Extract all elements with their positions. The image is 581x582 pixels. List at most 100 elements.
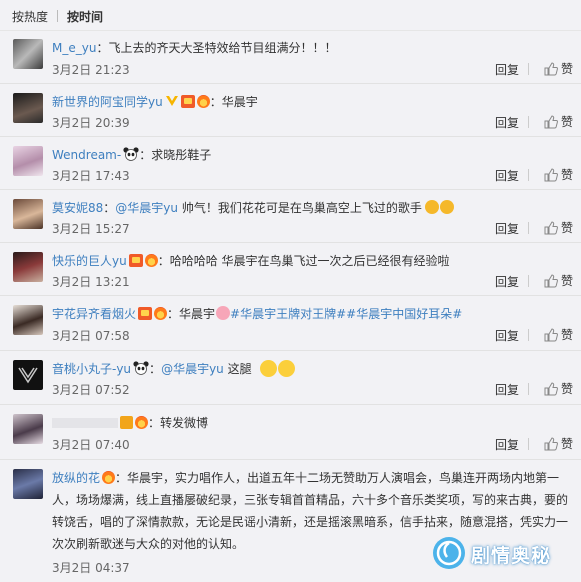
username-link[interactable]: 音桃小丸子-yu xyxy=(52,362,131,376)
avatar[interactable] xyxy=(13,199,43,229)
comment-time: 3月2日 07:52 xyxy=(52,383,130,397)
sort-tabs: 按热度 按时间 xyxy=(0,0,581,31)
avatar[interactable] xyxy=(13,146,43,176)
drool-emoji-icon xyxy=(277,360,295,377)
username-link[interactable]: 放纵的花 xyxy=(52,471,100,485)
reply-button[interactable]: 回复 xyxy=(495,273,519,290)
action-divider xyxy=(528,222,529,234)
avatar[interactable] xyxy=(13,469,43,499)
verified-v-icon xyxy=(165,96,178,106)
action-divider xyxy=(528,438,529,450)
like-button[interactable]: 赞 xyxy=(544,326,573,343)
thumbs-up-icon xyxy=(544,115,558,129)
thumbs-up-icon xyxy=(544,382,558,396)
avatar[interactable] xyxy=(13,360,43,390)
avatar[interactable] xyxy=(13,252,43,282)
comment-text-line: 音桃小丸子-yu ：@华晨宇yu 这腿 xyxy=(52,358,571,380)
tab-by-time[interactable]: 按时间 xyxy=(67,8,103,25)
username-link-redacted[interactable] xyxy=(52,418,118,428)
separator: ： xyxy=(167,307,180,321)
comment-time: 3月2日 20:39 xyxy=(52,116,130,130)
mention-link[interactable]: @华晨宇yu xyxy=(161,362,224,376)
like-button[interactable]: 赞 xyxy=(544,435,573,452)
thumbs-up-icon xyxy=(544,62,558,76)
comment-text-line: Wendream- ：求晓彤鞋子 xyxy=(52,144,571,166)
watermark-badge-icon xyxy=(433,537,465,569)
username-link[interactable]: 新世界的阿宝同学yu xyxy=(52,95,163,109)
comment-item: 新世界的阿宝同学yu ：华晨宇 3月2日 20:39 回复 赞 xyxy=(0,84,581,137)
comment-item: ：转发微博 3月2日 07:40 回复 赞 xyxy=(0,405,581,460)
comment-item: Wendream- ：求晓彤鞋子 3月2日 17:43 回复 赞 xyxy=(0,137,581,190)
drool-emoji-icon xyxy=(259,360,277,377)
like-button[interactable]: 赞 xyxy=(544,272,573,289)
fan-level-icon xyxy=(144,254,158,267)
comment-text: 华晨宇 xyxy=(221,95,258,109)
username-link[interactable]: 宇花异齐看烟火 xyxy=(52,307,136,321)
avatar[interactable] xyxy=(13,305,43,335)
vip-badge-icon xyxy=(128,254,143,267)
watermark-logo: 剧情奥秘 xyxy=(431,535,575,571)
panda-emoji-icon xyxy=(123,147,139,161)
comment-time: 3月2日 07:58 xyxy=(52,329,130,343)
reply-button[interactable]: 回复 xyxy=(495,167,519,184)
avatar[interactable] xyxy=(13,39,43,69)
comment-text: 求晓彤鞋子 xyxy=(151,148,212,162)
thumbs-up-icon xyxy=(544,437,558,451)
comment-item: 音桃小丸子-yu ：@华晨宇yu 这腿 3月2日 07:52 回复 赞 xyxy=(0,351,581,405)
reply-button[interactable]: 回复 xyxy=(495,327,519,344)
reply-button[interactable]: 回复 xyxy=(495,220,519,237)
watermark-text: 剧情奥秘 xyxy=(471,545,552,567)
username-link[interactable]: 快乐的巨人yu xyxy=(52,254,127,268)
reply-button[interactable]: 回复 xyxy=(495,381,519,398)
separator: ： xyxy=(139,148,152,162)
comment-text: 帅气！我们花花可是在鸟巢高空上飞过的歌手 xyxy=(178,201,422,215)
separator: ： xyxy=(115,471,128,485)
fan-level-icon xyxy=(102,471,116,484)
like-button[interactable]: 赞 xyxy=(544,380,573,397)
reply-button[interactable]: 回复 xyxy=(495,61,519,78)
topic-link[interactable]: #华晨宇王牌对王牌##华晨宇中国好耳朵# xyxy=(230,307,462,321)
comment-text-line: ：转发微博 xyxy=(52,412,571,434)
tab-by-hot[interactable]: 按热度 xyxy=(12,8,48,25)
avatar[interactable] xyxy=(13,93,43,123)
username-link[interactable]: Wendream- xyxy=(52,148,121,162)
like-button[interactable]: 赞 xyxy=(544,60,573,77)
username-link[interactable]: M_e_yu xyxy=(52,41,96,55)
separator: ： xyxy=(148,416,161,430)
comment-text: 这腿 xyxy=(223,362,252,376)
comment-time: 3月2日 04:37 xyxy=(52,561,130,575)
mention-link[interactable]: @华晨宇yu xyxy=(115,201,178,215)
action-divider xyxy=(528,329,529,341)
separator: ： xyxy=(103,201,116,215)
action-divider xyxy=(528,169,529,181)
separator: ： xyxy=(149,362,162,376)
member-badge-icon xyxy=(120,416,133,429)
like-button[interactable]: 赞 xyxy=(544,166,573,183)
comment-item: 宇花异齐看烟火 ：华晨宇 #华晨宇王牌对王牌##华晨宇中国好耳朵# 3月2日 07:… xyxy=(0,296,581,351)
reply-button[interactable]: 回复 xyxy=(495,436,519,453)
comment-text: 哈哈哈哈 华晨宇在鸟巢飞过一次之后已经很有经验啦 xyxy=(169,254,450,268)
clap-emoji-icon xyxy=(439,200,454,214)
thumbs-up-icon xyxy=(544,274,558,288)
thumbs-up-icon xyxy=(544,168,558,182)
reply-button[interactable]: 回复 xyxy=(495,114,519,131)
comment-list: M_e_yu：飞上去的齐天大圣特效给节目组满分！！！ 3月2日 21:23 回复… xyxy=(0,30,581,582)
action-divider xyxy=(528,63,529,75)
comment-text-line: 莫安妮88：@华晨宇yu 帅气！我们花花可是在鸟巢高空上飞过的歌手 xyxy=(52,197,571,219)
action-divider xyxy=(528,383,529,395)
like-label: 赞 xyxy=(560,62,573,76)
like-label: 赞 xyxy=(560,437,573,451)
panda-emoji-icon xyxy=(133,361,149,375)
vip-badge-icon xyxy=(180,95,195,108)
like-button[interactable]: 赞 xyxy=(544,113,573,130)
like-label: 赞 xyxy=(560,274,573,288)
thumbs-up-icon xyxy=(544,221,558,235)
like-button[interactable]: 赞 xyxy=(544,219,573,236)
avatar[interactable] xyxy=(13,414,43,444)
like-label: 赞 xyxy=(560,328,573,342)
comment-item: 快乐的巨人yu ：哈哈哈哈 华晨宇在鸟巢飞过一次之后已经很有经验啦 3月2日 13… xyxy=(0,243,581,296)
clap-emoji-icon xyxy=(424,200,439,214)
username-link[interactable]: 莫安妮88 xyxy=(52,201,103,215)
like-label: 赞 xyxy=(560,382,573,396)
comment-text: 华晨宇 xyxy=(179,307,216,321)
